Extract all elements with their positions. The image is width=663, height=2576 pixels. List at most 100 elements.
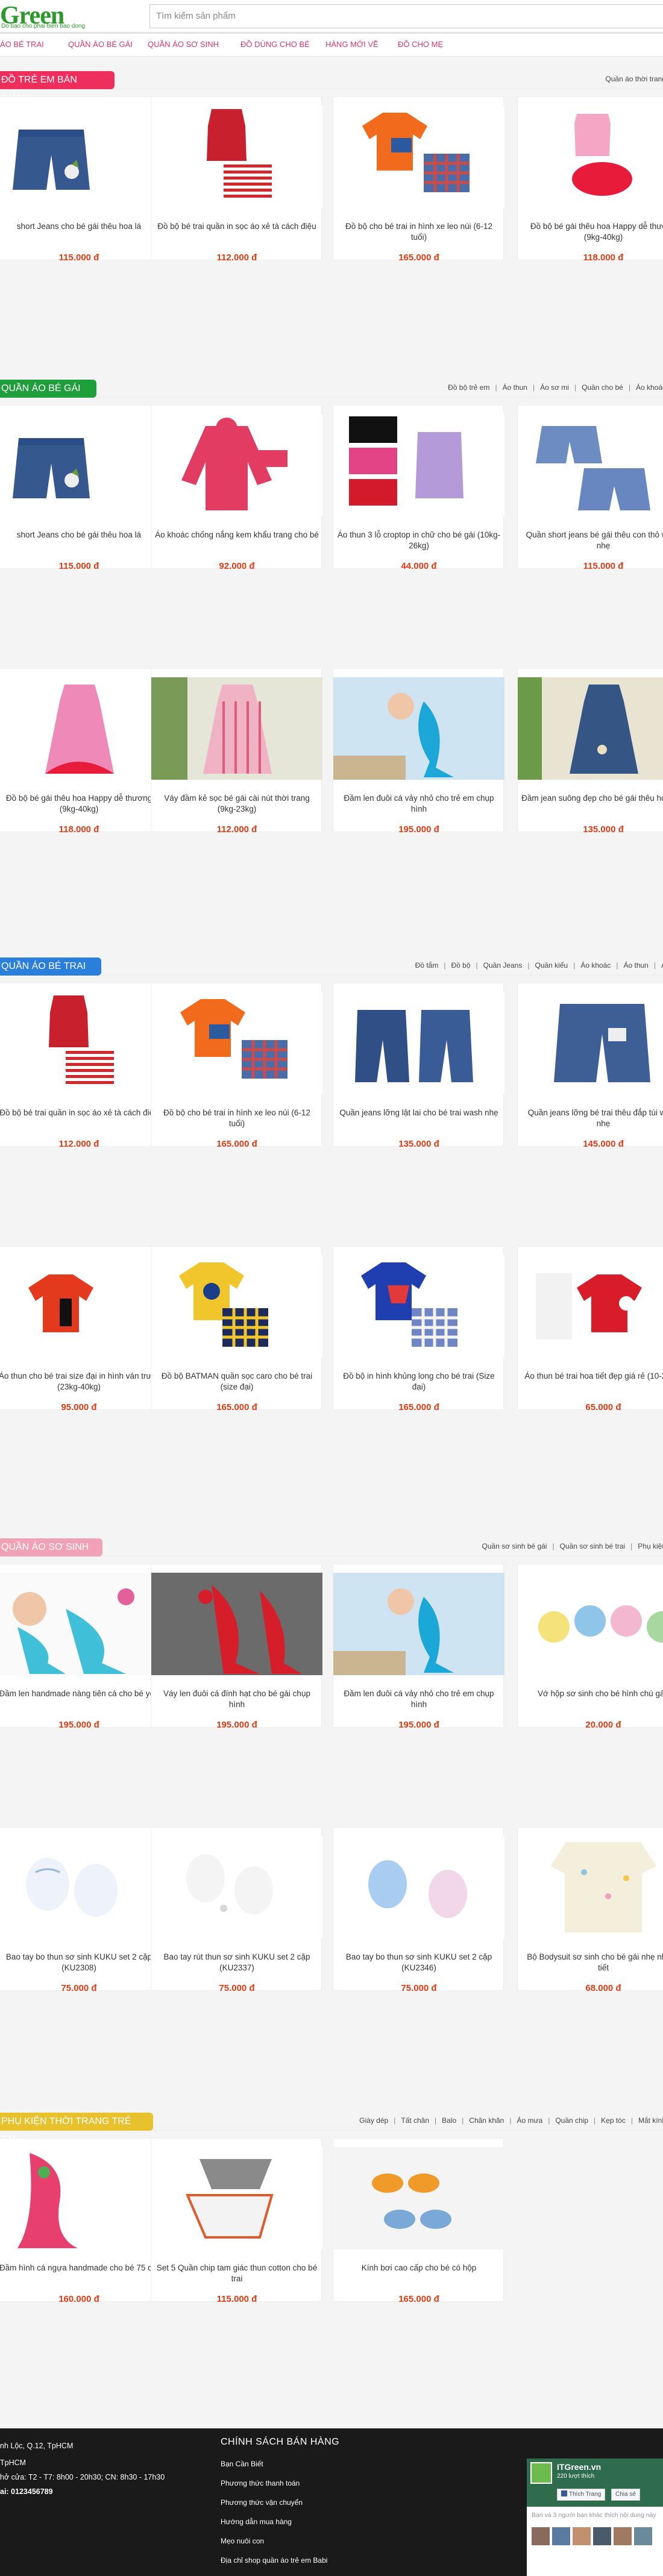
product-name[interactable]: Đầm len handmade nàng tiên cá cho bé yêu	[0, 1688, 161, 1699]
section-tab[interactable]: Chăn khăn	[469, 2116, 504, 2125]
product-card[interactable]: Áo thun cho bé trai size đại in hình ván…	[0, 1246, 165, 1412]
fb-friend-avatar[interactable]	[593, 2527, 611, 2545]
product-name[interactable]: Bao tay bo thun sơ sinh KUKU set 2 cặp (…	[337, 1952, 501, 1973]
product-card[interactable]: Đồ bộ bé trai quần in sọc áo xẻ tà cách …	[151, 96, 322, 263]
section-tab[interactable]: Giày dép	[359, 2116, 388, 2125]
section-tab[interactable]: Tất chân	[401, 2116, 429, 2125]
product-name[interactable]: Bao tay rút thun sơ sinh KUKU set 2 cặp …	[155, 1952, 319, 1973]
product-name[interactable]: Bộ Bodysuit sơ sinh cho bé gái nhẹ nhàng…	[521, 1952, 663, 1973]
product-image[interactable]	[0, 105, 165, 208]
product-name[interactable]: short Jeans cho bé gái thêu hoa lá	[0, 530, 161, 541]
product-card[interactable]: short Jeans cho bé gái thêu hoa lá 115.00…	[0, 405, 165, 571]
product-image[interactable]	[333, 1836, 504, 1938]
product-image[interactable]	[0, 677, 165, 780]
product-image[interactable]	[151, 1255, 322, 1358]
product-name[interactable]: Set 5 Quần chip tam giác thun cotton cho…	[155, 2263, 319, 2284]
product-image[interactable]	[518, 105, 663, 208]
section-tab[interactable]: Quần sơ sinh bé gái	[482, 1542, 547, 1550]
section-title[interactable]: ĐỒ TRẺ EM BÁN CHẠY	[0, 71, 115, 103]
product-image[interactable]	[151, 1573, 322, 1675]
fb-friend-avatar[interactable]	[552, 2527, 570, 2545]
product-image[interactable]	[151, 414, 322, 516]
product-image[interactable]	[151, 677, 322, 780]
section-tab[interactable]: Quần kiểu	[535, 961, 568, 970]
product-card[interactable]: Đầm len đuôi cá vảy nhỏ cho trẻ em chụp …	[333, 1564, 504, 1730]
product-name[interactable]: Kính bơi cao cấp cho bé có hộp	[337, 2263, 501, 2274]
search-input[interactable]: Tìm kiếm sản phẩm	[149, 4, 663, 28]
section-tab[interactable]: Phụ kiện	[638, 1542, 663, 1550]
product-image[interactable]	[518, 992, 663, 1094]
product-name[interactable]: Đồ bộ BATMAN quần sọc caro cho bé trai (…	[155, 1371, 319, 1393]
product-name[interactable]: Đồ bộ in hình khủng long cho bé trai (Si…	[337, 1371, 501, 1393]
product-card[interactable]: Áo khoác chống nắng kem khẩu trang cho b…	[151, 405, 322, 571]
fb-friend-avatar[interactable]	[532, 2527, 550, 2545]
product-card[interactable]: Đầm jean suông đẹp cho bé gái thêu hoa c…	[517, 668, 663, 835]
product-name[interactable]: Đồ bộ cho bé trai in hình xe leo núi (6-…	[155, 1108, 319, 1129]
product-image[interactable]	[518, 677, 663, 780]
product-image[interactable]	[0, 2147, 165, 2249]
section-tab[interactable]: Áo sơ mi	[540, 383, 569, 392]
policy-link[interactable]: Hướng dẫn mua hàng	[221, 2518, 292, 2526]
section-tab[interactable]: Quần chip	[555, 2116, 588, 2125]
nav-item-1[interactable]: ÁO BÉ TRAI	[0, 40, 44, 49]
policy-link[interactable]: Mẹo nuôi con	[221, 2537, 264, 2545]
nav-item-3[interactable]: QUẦN ÁO SƠ SINH	[148, 40, 219, 49]
product-card[interactable]: Áo thun 3 lỗ croptop in chữ cho bé gái (…	[333, 405, 504, 571]
product-image[interactable]	[518, 1255, 663, 1358]
product-card[interactable]: Quần short jeans bé gái thêu con thỏ was…	[517, 405, 663, 571]
policy-link[interactable]: Bạn Cần Biết	[221, 2460, 263, 2468]
product-image[interactable]	[0, 1255, 165, 1358]
product-image[interactable]	[333, 1255, 504, 1358]
product-name[interactable]: short Jeans cho bé gái thêu hoa lá	[0, 221, 161, 232]
fb-page-name[interactable]: ITGreen.vn	[557, 2462, 601, 2472]
product-name[interactable]: Áo khoác chống nắng kem khẩu trang cho b…	[155, 530, 319, 541]
product-card[interactable]: Đồ bộ cho bé trai in hình xe leo núi (6-…	[333, 96, 504, 263]
section-tab[interactable]: Quần áo thời trang	[605, 75, 663, 83]
site-logo[interactable]: Green Do bao cho phai bien bao dong	[0, 1, 139, 31]
product-name[interactable]: Bao tay bo thun sơ sinh KUKU set 2 cặp (…	[0, 1952, 161, 1973]
fb-share-button[interactable]: Chia sẻ	[611, 2489, 640, 2501]
product-image[interactable]	[151, 105, 322, 208]
product-image[interactable]	[333, 2147, 504, 2249]
product-image[interactable]	[518, 1573, 663, 1675]
product-card[interactable]: Bộ Bodysuit sơ sinh cho bé gái nhẹ nhàng…	[517, 1827, 663, 1993]
section-tab[interactable]: Áo khoác	[580, 961, 611, 970]
product-name[interactable]: Quần short jeans bé gái thêu con thỏ was…	[521, 530, 663, 551]
section-tab[interactable]: Quần cho bé	[582, 383, 623, 392]
product-name[interactable]: Đầm hình cá ngựa handmade cho bé 75 cm	[0, 2263, 161, 2274]
section-tab[interactable]: Balo	[442, 2116, 456, 2125]
product-image[interactable]	[0, 1836, 165, 1938]
fb-friend-avatar[interactable]	[573, 2527, 591, 2545]
product-card[interactable]: Quần jeans lỡng lật lai cho bé trai wash…	[333, 983, 504, 1149]
product-name[interactable]: Đầm len đuôi cá vảy nhỏ cho trẻ em chụp …	[337, 1688, 501, 1710]
product-card[interactable]: Đầm len đuôi cá vảy nhỏ cho trẻ em chụp …	[333, 668, 504, 835]
policy-link[interactable]: Phương thức thanh toán	[221, 2479, 300, 2487]
product-card[interactable]: Set 5 Quần chip tam giác thun cotton cho…	[151, 2138, 322, 2304]
product-name[interactable]: Đồ bộ bé gái thêu hoa Happy dễ thương (9…	[521, 221, 663, 243]
section-tab[interactable]: Áo khoác	[636, 383, 663, 392]
product-image[interactable]	[333, 992, 504, 1094]
product-card[interactable]: Váy đầm kẻ sọc bé gái cài nút thời trang…	[151, 668, 322, 835]
product-card[interactable]: Đồ bộ bé gái thêu hoa Happy dễ thương (9…	[0, 668, 165, 835]
product-image[interactable]	[333, 677, 504, 780]
product-card[interactable]: Đầm len handmade nàng tiên cá cho bé yêu…	[0, 1564, 165, 1730]
product-name[interactable]: Đồ bộ cho bé trai in hình xe leo núi (6-…	[337, 221, 501, 243]
product-card[interactable]: Bao tay bo thun sơ sinh KUKU set 2 cặp (…	[0, 1827, 165, 1993]
section-title[interactable]: QUẦN ÁO BÉ GÁI	[0, 380, 96, 398]
product-image[interactable]	[0, 1573, 165, 1675]
nav-item-6[interactable]: ĐỒ CHO MẸ	[398, 40, 443, 49]
section-tab[interactable]: Áo mưa	[517, 2116, 542, 2125]
nav-item-2[interactable]: QUẦN ÁO BÉ GÁI	[68, 40, 133, 49]
product-name[interactable]: Quần jeans lỡng bé trai thêu đắp túi was…	[521, 1108, 663, 1129]
section-tab[interactable]: Quần sơ sinh bé trai	[560, 1542, 626, 1550]
product-card[interactable]: Đồ bộ bé trai quần in sọc áo xẻ tà cách …	[0, 983, 165, 1149]
product-name[interactable]: Đầm len đuôi cá vảy nhỏ cho trẻ em chụp …	[337, 793, 501, 815]
section-tab[interactable]: Áo thun	[503, 383, 527, 392]
product-card[interactable]: Bao tay rút thun sơ sinh KUKU set 2 cặp …	[151, 1827, 322, 1993]
product-image[interactable]	[151, 2147, 322, 2249]
section-title[interactable]: QUẦN ÁO SƠ SINH	[0, 1538, 102, 1556]
product-card[interactable]: Kính bơi cao cấp cho bé có hộp 165.000 đ	[333, 2138, 504, 2304]
product-image[interactable]	[333, 414, 504, 516]
product-card[interactable]: Đồ bộ BATMAN quần sọc caro cho bé trai (…	[151, 1246, 322, 1412]
product-card[interactable]: Váy len đuôi cá đính hạt cho bé gái chụp…	[151, 1564, 322, 1730]
